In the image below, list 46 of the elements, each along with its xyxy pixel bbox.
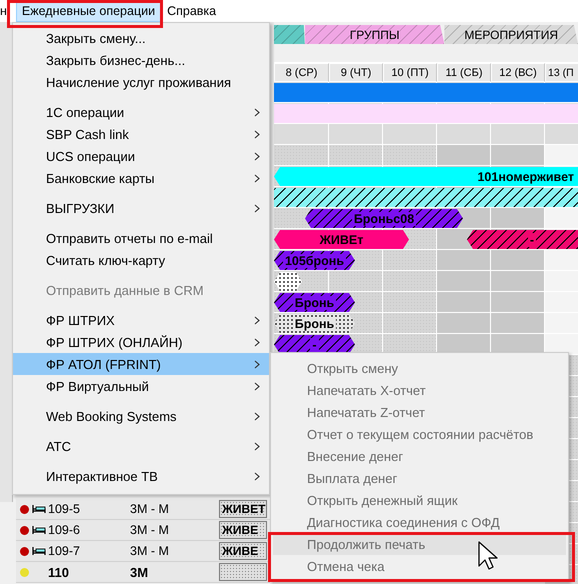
booking-bar: ЖИВЕ — [219, 542, 267, 560]
room-number: 109-5 — [48, 502, 81, 516]
column-header: 9 (ЧТ) — [329, 63, 383, 82]
menu-item[interactable]: Закрыть смену... — [13, 27, 269, 49]
booking-bar: ЖИВЕТ — [219, 500, 267, 518]
menu-item[interactable]: ФР ШТРИХ — [13, 309, 269, 331]
table-row[interactable]: 110 3M — [16, 562, 270, 583]
menu-item[interactable]: Web Booking Systems — [13, 405, 269, 427]
room-number: 110 — [48, 564, 70, 580]
booking-bar[interactable]: 101номерживет — [274, 167, 578, 186]
table-row[interactable]: 109-6 3M - M ЖИВЕ — [16, 520, 270, 541]
menu-item[interactable]: Считать ключ-карту — [13, 249, 269, 271]
menu-item[interactable]: ФР АТОЛ (FPRINT) — [13, 353, 269, 375]
menu-bar-item[interactable]: Справка — [161, 0, 222, 22]
tab[interactable]: МЕРОПРИЯТИЯ — [444, 25, 578, 44]
column-header: 12 (ВС) — [491, 63, 545, 82]
menu-item[interactable]: Интерактивное ТВ — [13, 465, 269, 487]
table-row[interactable]: 109-5 3M - M ЖИВЕТ — [16, 499, 270, 520]
room-number: 109-6 — [48, 523, 81, 537]
booking-bar[interactable]: ЖИВЕт — [274, 230, 409, 249]
tab[interactable]: ГРУППЫ — [304, 25, 444, 44]
booking-bar[interactable]: Бронь — [274, 314, 355, 333]
menu-item[interactable]: АТС — [13, 435, 269, 457]
room-type: 3M - M — [130, 523, 170, 537]
room-type: 3M - M — [130, 502, 170, 516]
menu-item[interactable]: ВЫГРУЗКИ — [13, 197, 269, 219]
menu-item[interactable]: Отправить отчеты по e-mail — [13, 227, 269, 249]
menu-item[interactable]: Банковские карты — [13, 167, 269, 189]
column-header: 11 (СБ) — [437, 63, 491, 82]
menu-item[interactable]: UCS операции — [13, 145, 269, 167]
column-header: 8 (СР) — [274, 63, 329, 82]
room-number: 109-7 — [48, 544, 81, 558]
booking-bar: ЖИВЕ — [219, 521, 267, 539]
column-header: 10 (ПТ) — [383, 63, 437, 82]
menu-bar-item[interactable]: н — [0, 0, 9, 22]
table-row[interactable]: 109-7 3M - M ЖИВЕ — [16, 541, 270, 562]
column-header: 13 (П — [545, 63, 578, 82]
menu-item[interactable]: Начисление услуг проживания — [13, 71, 269, 93]
menu-item[interactable]: SBP Cash link — [13, 123, 269, 145]
menu-item[interactable]: 1С операции — [13, 101, 269, 123]
room-type: 3M - M — [130, 544, 170, 558]
menu-item[interactable]: Закрыть бизнес-день... — [13, 49, 269, 71]
booking-bar[interactable]: - — [467, 230, 578, 249]
menu-item[interactable]: ФР Виртуальный — [13, 375, 269, 397]
menu-item[interactable]: ФР ШТРИХ (ОНЛАЙН) — [13, 331, 269, 353]
room-type: 3M — [130, 564, 150, 580]
